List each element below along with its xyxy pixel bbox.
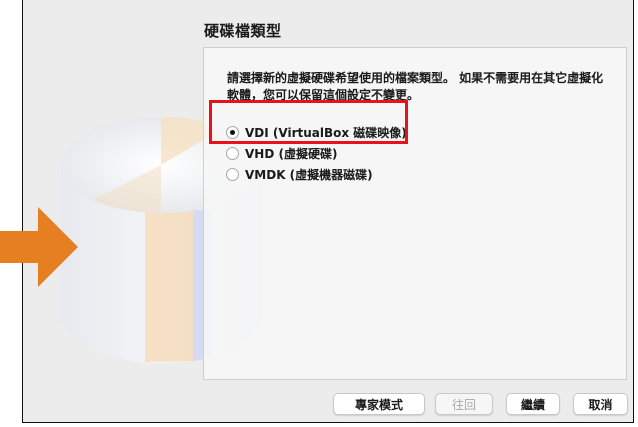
option-vhd-label: VHD (虛擬硬碟) xyxy=(245,146,338,161)
option-vdi-label: VDI (VirtualBox 磁碟映像) xyxy=(245,125,407,140)
back-button[interactable]: 往回 xyxy=(435,393,493,415)
arrow-right-icon xyxy=(0,207,78,287)
file-type-radio-group: VDI (VirtualBox 磁碟映像) VHD (虛擬硬碟) VMDK (虛… xyxy=(226,122,407,185)
dialog-title: 硬碟檔類型 xyxy=(204,22,282,40)
option-vmdk-label: VMDK (虛擬機器磁碟) xyxy=(245,167,373,182)
expert-mode-button[interactable]: 專家模式 xyxy=(333,393,425,415)
option-vhd[interactable]: VHD (虛擬硬碟) xyxy=(226,143,407,163)
radio-button-vmdk[interactable] xyxy=(226,167,239,181)
radio-button-vdi[interactable] xyxy=(226,125,239,139)
option-vdi[interactable]: VDI (VirtualBox 磁碟映像) xyxy=(226,122,407,142)
dialog-window: 硬碟檔類型 請選擇新的虛擬硬碟希望使用的檔案類型。 如果不需要用在其它虛擬化軟體… xyxy=(22,0,634,423)
cancel-button[interactable]: 取消 xyxy=(573,393,628,415)
description-text: 請選擇新的虛擬硬碟希望使用的檔案類型。 如果不需要用在其它虛擬化軟體，您可以保留… xyxy=(227,71,604,102)
radio-button-vhd[interactable] xyxy=(226,146,239,160)
continue-button[interactable]: 繼續 xyxy=(506,393,560,415)
option-vmdk[interactable]: VMDK (虛擬機器磁碟) xyxy=(226,164,407,184)
content-panel: 請選擇新的虛擬硬碟希望使用的檔案類型。 如果不需要用在其它虛擬化軟體，您可以保留… xyxy=(203,47,627,380)
